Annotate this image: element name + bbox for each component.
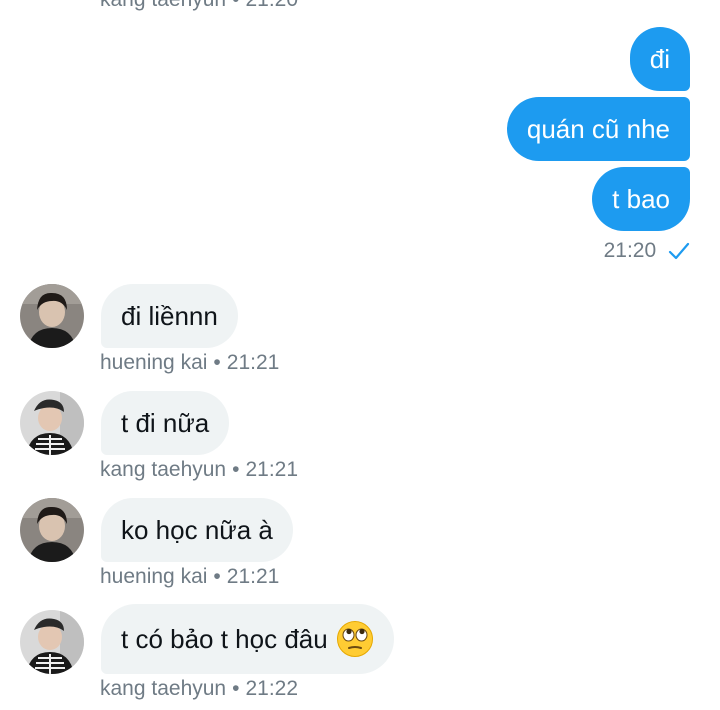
message-time: 21:22 bbox=[245, 677, 299, 700]
separator-dot: • bbox=[232, 458, 240, 481]
message-time: 21:21 bbox=[245, 458, 299, 481]
sender-name[interactable]: huening kai bbox=[100, 565, 207, 588]
message-text: ko học nữa à bbox=[121, 515, 273, 545]
sender-name: kang taehyun bbox=[100, 0, 226, 11]
incoming-message[interactable]: ko học nữa à bbox=[101, 498, 293, 562]
message-text: t bao bbox=[612, 184, 670, 214]
separator-dot: • bbox=[232, 0, 239, 11]
message-time: 21:20 bbox=[603, 239, 657, 262]
sender-name[interactable]: kang taehyun bbox=[100, 458, 226, 481]
separator-dot: • bbox=[213, 565, 221, 588]
avatar-kang-taehyun[interactable] bbox=[20, 391, 84, 455]
conversation-view: kang taehyun•21:20 đi quán cũ nhe t bao … bbox=[0, 0, 720, 710]
message-meta: kang taehyun • 21:20 bbox=[100, 0, 298, 12]
message-meta: kang taehyun • 21:21 bbox=[100, 458, 298, 482]
message-text: t có bảo t học đâu bbox=[121, 624, 328, 654]
message-text: t đi nữa bbox=[121, 408, 210, 438]
sender-name[interactable]: kang taehyun bbox=[100, 677, 226, 700]
avatar-kang-taehyun[interactable] bbox=[20, 610, 84, 674]
message-text: quán cũ nhe bbox=[526, 114, 670, 144]
avatar-huening-kai[interactable] bbox=[20, 284, 84, 348]
outgoing-meta: 21:20 bbox=[604, 239, 690, 263]
message-text: đi bbox=[649, 44, 670, 74]
message-time: 21:21 bbox=[226, 351, 280, 374]
separator-dot: • bbox=[232, 677, 240, 700]
avatar-image bbox=[20, 391, 84, 455]
incoming-message[interactable]: t có bảo t học đâu bbox=[101, 604, 394, 674]
incoming-message[interactable]: t đi nữa bbox=[101, 391, 230, 455]
outgoing-message[interactable]: đi bbox=[629, 27, 690, 91]
avatar-image bbox=[20, 498, 84, 562]
message-meta: kang taehyun • 21:22 bbox=[100, 677, 298, 701]
separator-dot: • bbox=[213, 351, 221, 374]
message-text: đi liềnnn bbox=[121, 301, 218, 331]
rolling-eyes-emoji-icon bbox=[336, 621, 373, 657]
outgoing-message[interactable]: quán cũ nhe bbox=[506, 97, 690, 161]
read-check-icon bbox=[668, 243, 690, 260]
avatar-image bbox=[20, 284, 84, 348]
incoming-message[interactable]: đi liềnnn bbox=[101, 284, 238, 348]
avatar-huening-kai[interactable] bbox=[20, 498, 84, 562]
message-meta: huening kai • 21:21 bbox=[100, 565, 279, 589]
outgoing-message[interactable]: t bao bbox=[592, 167, 690, 231]
sender-name[interactable]: huening kai bbox=[100, 351, 207, 374]
avatar-image bbox=[20, 610, 84, 674]
message-time: 21:21 bbox=[226, 565, 280, 588]
message-meta: huening kai • 21:21 bbox=[100, 351, 279, 375]
message-time: 21:20 bbox=[245, 0, 298, 11]
